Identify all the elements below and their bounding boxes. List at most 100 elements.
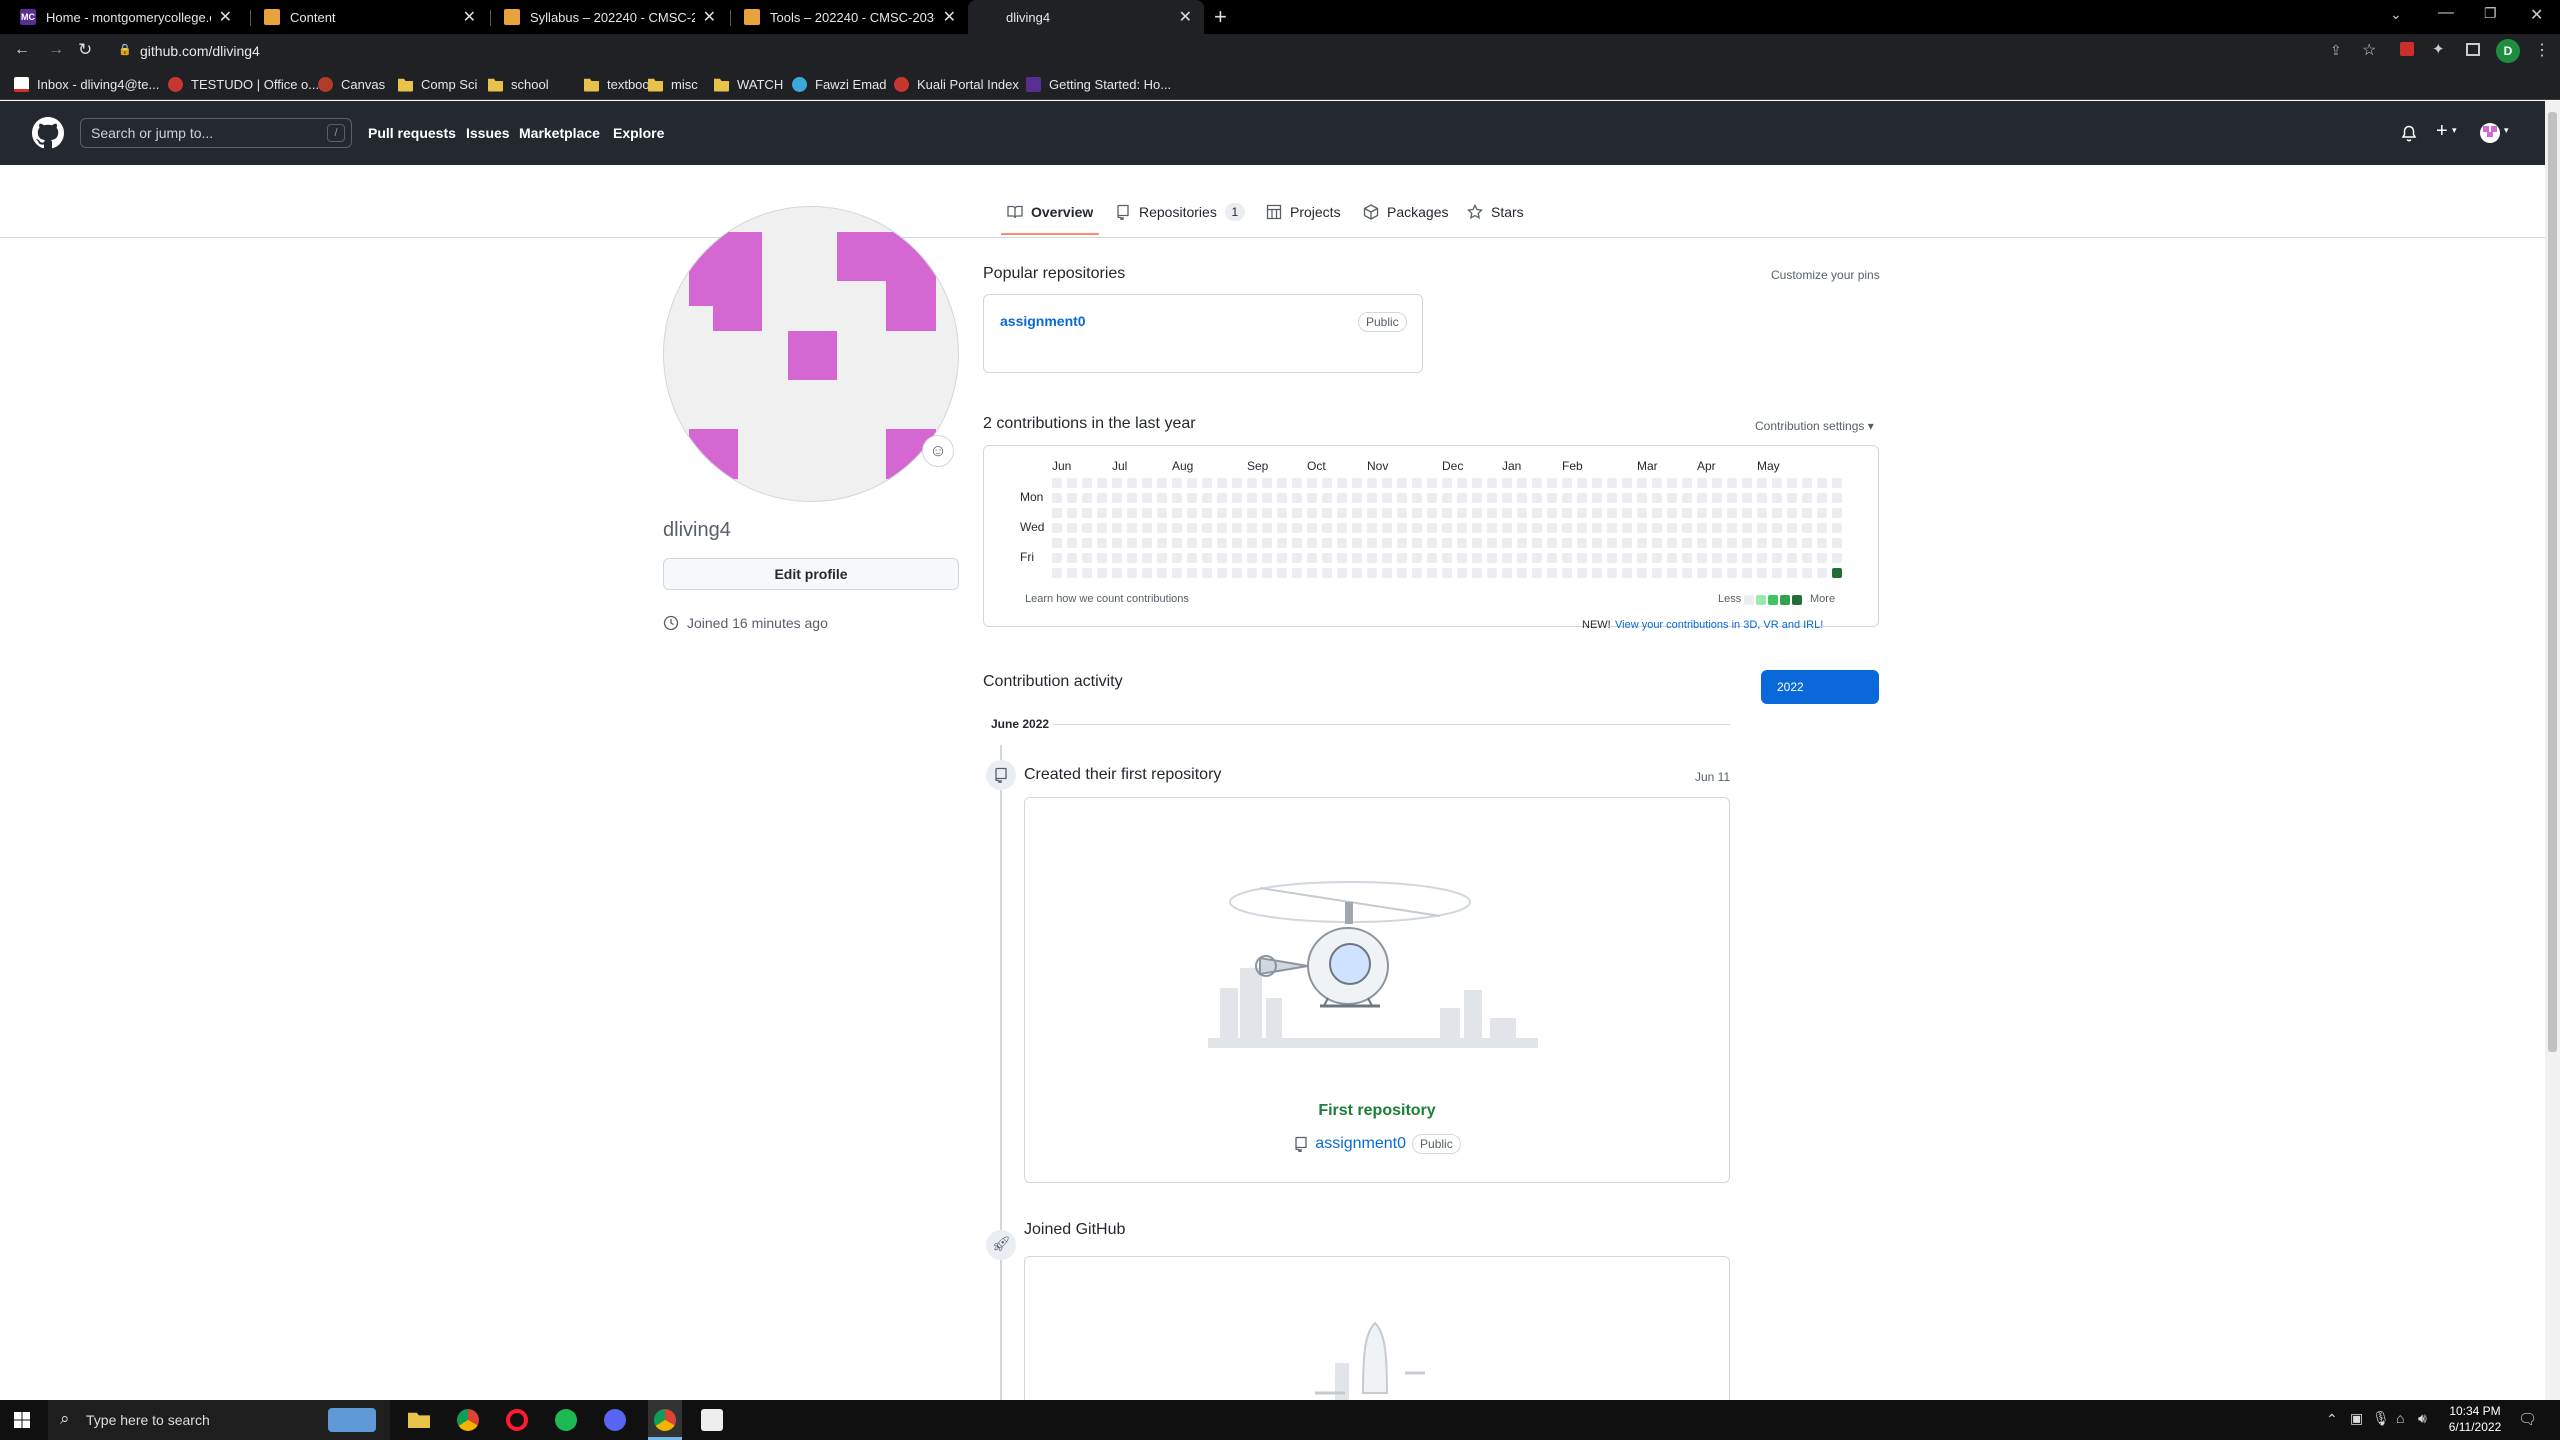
contribution-day-cell[interactable] [1682, 508, 1692, 518]
contribution-day-cell[interactable] [1322, 538, 1332, 548]
contribution-day-cell[interactable] [1352, 508, 1362, 518]
contribution-day-cell[interactable] [1307, 553, 1317, 563]
contribution-day-cell[interactable] [1397, 508, 1407, 518]
contribution-day-cell[interactable] [1727, 568, 1737, 578]
contribution-day-cell[interactable] [1262, 493, 1272, 503]
contribution-day-cell[interactable] [1787, 568, 1797, 578]
contribution-day-cell[interactable] [1802, 538, 1812, 548]
menu-dots-icon[interactable]: ⋮ [2534, 40, 2550, 60]
contribution-day-cell[interactable] [1637, 538, 1647, 548]
taskbar-search-box[interactable]: ⌕ Type here to search [48, 1400, 390, 1440]
contribution-day-cell[interactable] [1547, 523, 1557, 533]
contribution-day-cell[interactable] [1112, 538, 1122, 548]
contribution-day-cell[interactable] [1247, 523, 1257, 533]
contribution-day-cell[interactable] [1727, 523, 1737, 533]
contribution-day-cell[interactable] [1682, 568, 1692, 578]
edit-profile-button[interactable]: Edit profile [663, 558, 959, 590]
contribution-day-cell[interactable] [1787, 478, 1797, 488]
contribution-day-cell[interactable] [1337, 538, 1347, 548]
contribution-day-cell[interactable] [1622, 523, 1632, 533]
contribution-day-cell[interactable] [1667, 553, 1677, 563]
contribution-day-cell[interactable] [1727, 538, 1737, 548]
contribution-day-cell[interactable] [1277, 508, 1287, 518]
contribution-day-cell[interactable] [1052, 493, 1062, 503]
contribution-day-cell[interactable] [1427, 523, 1437, 533]
contribution-day-cell[interactable] [1082, 538, 1092, 548]
close-icon[interactable]: ✕ [463, 7, 476, 27]
contribution-day-cell[interactable] [1307, 523, 1317, 533]
learn-contributions-link[interactable]: Learn how we count contributions [1025, 593, 1189, 605]
contribution-day-cell[interactable] [1172, 553, 1182, 563]
share-icon[interactable]: ⇪ [2330, 42, 2342, 59]
contribution-day-cell[interactable] [1622, 493, 1632, 503]
contribution-day-cell[interactable] [1202, 553, 1212, 563]
contribution-day-cell[interactable] [1547, 478, 1557, 488]
contribution-day-cell[interactable] [1652, 523, 1662, 533]
contribution-day-cell[interactable] [1487, 493, 1497, 503]
contribution-day-cell[interactable] [1577, 523, 1587, 533]
bookmark-kuali[interactable]: Kuali Portal Index [894, 74, 1019, 94]
contribution-day-cell[interactable] [1112, 493, 1122, 503]
contribution-day-cell[interactable] [1727, 493, 1737, 503]
contribution-day-cell[interactable] [1832, 538, 1842, 548]
contribution-day-cell[interactable] [1502, 493, 1512, 503]
contribution-day-cell[interactable] [1817, 508, 1827, 518]
contribution-day-cell[interactable] [1577, 568, 1587, 578]
contribution-day-cell[interactable] [1202, 568, 1212, 578]
contribution-day-cell[interactable] [1562, 568, 1572, 578]
contribution-day-cell[interactable] [1382, 538, 1392, 548]
contribution-day-cell[interactable] [1427, 508, 1437, 518]
contribution-day-cell[interactable] [1547, 493, 1557, 503]
file-explorer-icon[interactable] [408, 1412, 430, 1428]
contribution-day-cell[interactable] [1337, 493, 1347, 503]
contribution-day-cell[interactable] [1367, 508, 1377, 518]
contribution-day-cell[interactable] [1637, 508, 1647, 518]
contribution-day-cell[interactable] [1097, 523, 1107, 533]
contribution-day-cell[interactable] [1562, 538, 1572, 548]
contribution-day-cell[interactable] [1472, 568, 1482, 578]
contribution-day-cell[interactable] [1277, 478, 1287, 488]
contribution-day-cell[interactable] [1397, 538, 1407, 548]
contribution-day-cell[interactable] [1502, 568, 1512, 578]
contribution-day-cell[interactable] [1802, 508, 1812, 518]
customize-pins-link[interactable]: Customize your pins [1771, 268, 1880, 282]
spotify-icon[interactable] [555, 1409, 577, 1431]
contribution-day-cell[interactable] [1562, 523, 1572, 533]
contribution-day-cell[interactable] [1787, 538, 1797, 548]
contribution-day-cell[interactable] [1697, 553, 1707, 563]
puzzle-icon[interactable]: ✦ [2432, 40, 2445, 58]
contribution-day-cell[interactable] [1097, 568, 1107, 578]
contribution-day-cell[interactable] [1637, 553, 1647, 563]
contribution-day-cell[interactable] [1157, 538, 1167, 548]
contribution-day-cell[interactable] [1442, 523, 1452, 533]
bookmark-watch[interactable]: WATCH [714, 74, 783, 94]
contribution-day-cell[interactable] [1307, 493, 1317, 503]
contribution-day-cell[interactable] [1712, 523, 1722, 533]
contribution-day-cell[interactable] [1682, 493, 1692, 503]
contribution-day-cell[interactable] [1817, 538, 1827, 548]
contribution-day-cell[interactable] [1172, 523, 1182, 533]
contribution-day-cell[interactable] [1352, 553, 1362, 563]
contribution-day-cell[interactable] [1607, 478, 1617, 488]
bell-icon[interactable] [2401, 125, 2417, 142]
contribution-day-cell[interactable] [1472, 478, 1482, 488]
contribution-day-cell[interactable] [1217, 538, 1227, 548]
tab-repositories[interactable]: Repositories 1 [1115, 202, 1245, 222]
contribution-day-cell[interactable] [1202, 508, 1212, 518]
contribution-day-cell[interactable] [1262, 508, 1272, 518]
volume-icon[interactable]: 🔊︎ [2418, 1410, 2427, 1427]
contribution-day-cell[interactable] [1712, 508, 1722, 518]
contribution-day-cell[interactable] [1292, 523, 1302, 533]
microphone-icon[interactable]: 🎙︎ [2372, 1410, 2390, 1427]
contribution-day-cell[interactable] [1112, 523, 1122, 533]
contribution-day-cell[interactable] [1217, 478, 1227, 488]
contribution-day-cell[interactable] [1082, 493, 1092, 503]
contribution-day-cell[interactable] [1142, 478, 1152, 488]
contribution-day-cell[interactable] [1157, 553, 1167, 563]
contribution-day-cell[interactable] [1187, 478, 1197, 488]
contribution-day-cell[interactable] [1292, 493, 1302, 503]
contribution-day-cell[interactable] [1502, 523, 1512, 533]
contribution-day-cell[interactable] [1607, 553, 1617, 563]
contribution-day-cell[interactable] [1412, 523, 1422, 533]
contribution-day-cell[interactable] [1772, 568, 1782, 578]
